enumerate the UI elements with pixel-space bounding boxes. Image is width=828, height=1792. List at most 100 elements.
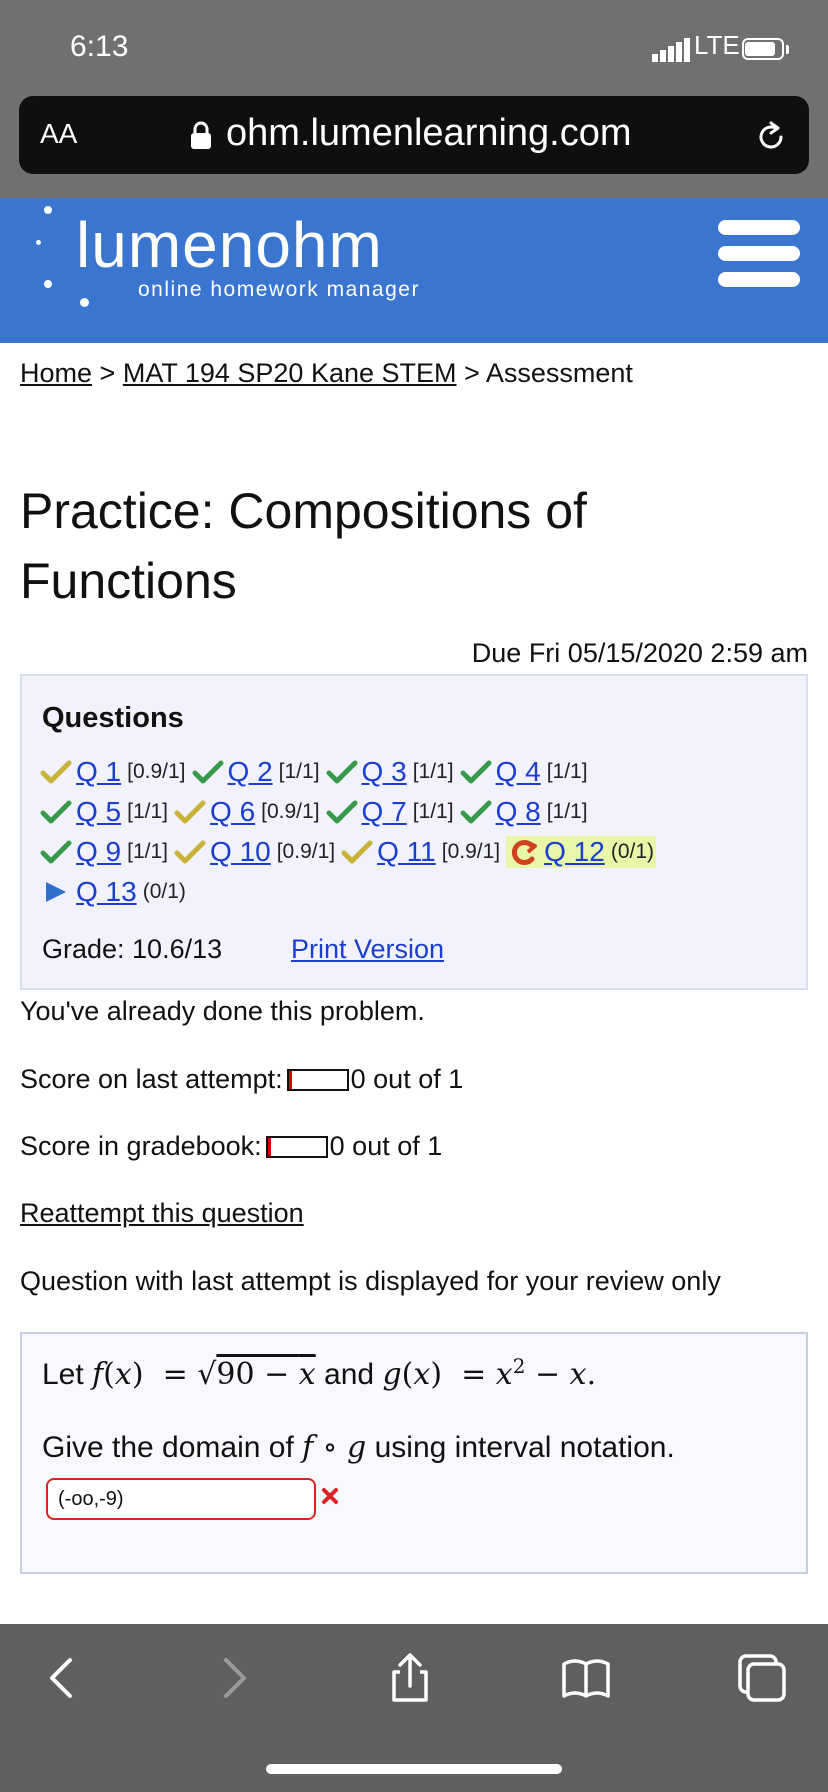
tabs-icon[interactable] xyxy=(734,1650,790,1706)
checkmark-icon xyxy=(40,800,72,824)
question-score: (0/1) xyxy=(610,840,655,863)
print-version-link[interactable]: Print Version xyxy=(291,934,444,965)
due-date: Due Fri 05/15/2020 2:59 am xyxy=(471,638,808,668)
question-link[interactable]: Q 6 xyxy=(210,796,255,828)
question-let: Let xyxy=(42,1358,84,1391)
question-score: [0.9/1] xyxy=(127,760,186,783)
question-item: Q 12 (0/1) xyxy=(506,836,657,868)
checkmark-icon xyxy=(326,800,358,824)
question-item: Q 10 [0.9/1] xyxy=(174,836,335,868)
score-bar xyxy=(286,1069,349,1091)
question-link[interactable]: Q 4 xyxy=(496,756,541,788)
forward-icon[interactable] xyxy=(206,1650,262,1706)
network-type: LTE xyxy=(694,30,740,60)
question-score: [1/1] xyxy=(127,840,169,863)
score-bar xyxy=(265,1136,328,1158)
question-prompt: Give the domain of f ∘ g using interval … xyxy=(42,1430,675,1465)
battery-tip xyxy=(786,45,789,54)
logo-dot xyxy=(80,298,89,307)
checkmark-icon xyxy=(192,760,224,784)
share-icon[interactable] xyxy=(382,1650,438,1706)
gradebook-label: Score in gradebook: xyxy=(20,1131,262,1161)
question-item: Q 5 [1/1] xyxy=(40,796,168,828)
question-link[interactable]: Q 3 xyxy=(362,756,407,788)
done-message: You've already done this problem. xyxy=(20,996,425,1026)
checkmark-icon xyxy=(40,760,72,784)
prompt-end: using interval notation. xyxy=(374,1431,675,1464)
math-f-definition: f(x) = √90 − x xyxy=(92,1357,316,1392)
question-score: [1/1] xyxy=(546,760,588,783)
question-score: (0/1) xyxy=(142,880,186,903)
question-link[interactable]: Q 13 xyxy=(76,876,137,908)
site-logo[interactable]: lumenohm xyxy=(76,208,383,282)
question-score: [1/1] xyxy=(278,760,320,783)
gradebook-value: 0 out of 1 xyxy=(329,1131,443,1161)
question-item: Q 2 [1/1] xyxy=(192,756,320,788)
question-link[interactable]: Q 2 xyxy=(228,756,273,788)
home-indicator xyxy=(266,1764,562,1774)
questions-heading: Questions xyxy=(42,702,184,734)
breadcrumb-separator: > xyxy=(99,358,116,388)
question-link[interactable]: Q 9 xyxy=(76,836,121,868)
question-row: Q 1 [0.9/1] Q 2 [1/1] Q 3 [1/1] Q 4 [1/1] xyxy=(40,754,594,790)
question-score: [1/1] xyxy=(546,800,588,823)
question-score: [0.9/1] xyxy=(441,840,501,863)
question-link[interactable]: Q 7 xyxy=(362,796,407,828)
prompt-start: Give the domain of xyxy=(42,1431,294,1464)
lock-icon xyxy=(191,121,211,149)
logo-dot xyxy=(44,280,52,288)
text-size-button[interactable]: AA xyxy=(40,118,77,150)
page-title: Practice: Compositions of Functions xyxy=(20,483,587,609)
url-text[interactable]: ohm.lumenlearning.com xyxy=(226,112,632,155)
question-link[interactable]: Q 8 xyxy=(496,796,541,828)
question-statement: Let f(x) = √90 − x and g(x) = x2 − x. xyxy=(42,1354,596,1392)
battery-level xyxy=(745,42,775,56)
question-link[interactable]: Q 12 xyxy=(544,836,605,868)
math-g-definition: g(x) = x2 − x. xyxy=(382,1354,597,1392)
question-item: Q 8 [1/1] xyxy=(460,796,588,828)
question-link[interactable]: Q 5 xyxy=(76,796,121,828)
answer-input[interactable] xyxy=(46,1478,316,1520)
breadcrumb-course-link[interactable]: MAT 194 SP20 Kane STEM xyxy=(123,358,457,388)
checkmark-icon xyxy=(341,840,373,864)
question-and: and xyxy=(324,1358,375,1391)
logo-dot xyxy=(36,240,41,245)
question-row: Q 13 (0/1) xyxy=(40,874,192,910)
question-row: Q 5 [1/1] Q 6 [0.9/1] Q 7 [1/1] Q 8 [1/1] xyxy=(40,794,594,830)
gradebook-score: Score in gradebook: 0 out of 1 xyxy=(20,1131,442,1162)
breadcrumb-current: Assessment xyxy=(485,358,633,388)
last-attempt-score: Score on last attempt: 0 out of 1 xyxy=(20,1064,463,1095)
checkmark-icon xyxy=(326,760,358,784)
breadcrumb-home-link[interactable]: Home xyxy=(20,358,92,388)
question-link[interactable]: Q 10 xyxy=(210,836,271,868)
question-item: Q 13 (0/1) xyxy=(40,876,186,908)
checkmark-icon xyxy=(460,800,492,824)
checkmark-icon xyxy=(174,840,206,864)
back-icon[interactable] xyxy=(34,1650,90,1706)
question-link[interactable]: Q 1 xyxy=(76,756,121,788)
retry-icon xyxy=(512,840,538,865)
reattempt-link[interactable]: Reattempt this question xyxy=(20,1198,304,1228)
hamburger-menu-icon[interactable] xyxy=(718,218,800,288)
grade-text: Grade: 10.6/13 xyxy=(42,934,223,964)
reload-icon[interactable] xyxy=(754,120,788,154)
question-item: Q 11 [0.9/1] xyxy=(341,836,500,868)
question-score: [1/1] xyxy=(412,760,454,783)
question-row: Q 9 [1/1] Q 10 [0.9/1] Q 11 [0.9/1] Q 12 (0/1) xyxy=(40,834,662,870)
question-item: Q 7 [1/1] xyxy=(326,796,454,828)
checkmark-icon xyxy=(40,840,72,864)
checkmark-icon xyxy=(460,760,492,784)
question-link[interactable]: Q 11 xyxy=(377,836,436,868)
play-icon xyxy=(46,882,66,902)
question-score: [1/1] xyxy=(412,800,454,823)
last-attempt-label: Score on last attempt: xyxy=(20,1064,283,1094)
question-score: [1/1] xyxy=(127,800,169,823)
question-item: Q 1 [0.9/1] xyxy=(40,756,186,788)
site-tagline: online homework manager xyxy=(138,278,420,301)
math-composition: f ∘ g xyxy=(302,1430,367,1465)
breadcrumb-separator: > xyxy=(464,358,480,388)
reattempt-row: Reattempt this question xyxy=(20,1198,304,1229)
bookmarks-icon[interactable] xyxy=(558,1650,614,1706)
question-score: [0.9/1] xyxy=(276,840,336,863)
question-item: Q 4 [1/1] xyxy=(460,756,588,788)
